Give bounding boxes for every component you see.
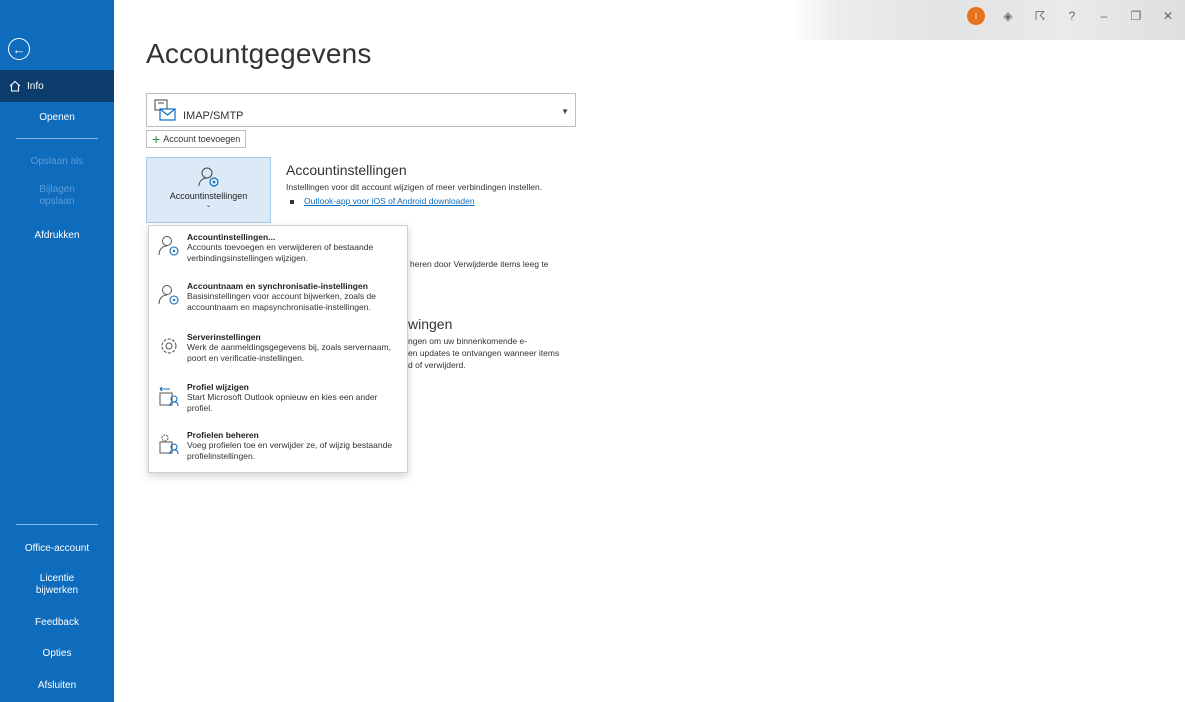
- menu-item-title: Accountnaam en synchronisatie-instelling…: [187, 281, 368, 291]
- sidebar-item-exit[interactable]: Afsluiten: [0, 680, 114, 691]
- change-profile-icon: [159, 386, 179, 407]
- sidebar-item-label: Bijlagen opslaan: [39, 184, 75, 207]
- sidebar-item-info[interactable]: Info: [0, 70, 114, 102]
- gear-icon: [161, 338, 177, 354]
- sidebar-item-feedback[interactable]: Feedback: [0, 617, 114, 628]
- menu-item-title: Profiel wijzigen: [187, 382, 249, 392]
- add-account-button[interactable]: + Account toevoegen: [146, 130, 247, 148]
- avatar-initial: I: [974, 11, 978, 21]
- sidebar-item-label: Office-account: [24, 543, 90, 554]
- sidebar-item-options[interactable]: Opties: [0, 648, 114, 659]
- account-settings-button-label: Accountinstellingen: [169, 191, 248, 201]
- sidebar-item-label: Afsluiten: [37, 680, 77, 691]
- sidebar-divider: [16, 524, 98, 525]
- close-icon[interactable]: ✕: [1159, 9, 1177, 23]
- backstage-sidebar: ← Info Openen Opslaan als Bijlagen opsla…: [0, 0, 114, 702]
- sidebar-item-label: Opties: [42, 648, 72, 659]
- mail-account-icon: [154, 99, 176, 121]
- account-sync-settings-icon: [158, 285, 179, 305]
- account-selector[interactable]: IMAP/SMTP ▼: [146, 93, 576, 127]
- menu-item-title: Serverinstellingen: [187, 332, 261, 342]
- home-icon: [9, 80, 21, 92]
- sidebar-divider: [16, 138, 98, 139]
- titlebar-controls: I ◈ ☈ ? – ❐ ✕: [967, 7, 1177, 25]
- help-icon[interactable]: ?: [1063, 9, 1081, 23]
- account-settings-icon: [158, 236, 179, 256]
- menu-item-title: Accountinstellingen...: [187, 232, 276, 242]
- menu-item-title: Profielen beheren: [187, 430, 259, 440]
- account-settings-icon: [198, 167, 219, 187]
- minimize-icon[interactable]: –: [1095, 9, 1113, 23]
- menu-item-server-settings[interactable]: Serverinstellingen Werk de aanmeldingsge…: [149, 326, 407, 374]
- sidebar-item-save-attachments: Bijlagen opslaan: [0, 184, 114, 208]
- rules-section-partial-desc-1: ngen om uw binnenkomende e-: [408, 336, 528, 346]
- page-title: Accountgegevens: [146, 38, 372, 69]
- add-account-label: Account toevoegen: [163, 134, 241, 144]
- menu-item-description: Basisinstellingen voor account bijwerken…: [187, 291, 376, 312]
- sidebar-item-office-account[interactable]: Office-account: [0, 543, 114, 554]
- account-settings-section-description: Instellingen voor dit account wijzigen o…: [286, 182, 543, 192]
- rules-section-partial-title: wingen: [408, 316, 453, 332]
- menu-item-description: Accounts toevoegen en verwijderen of bes…: [187, 242, 374, 263]
- sidebar-item-label: Opslaan als: [30, 156, 84, 167]
- rules-section-partial-desc-3: d of verwijderd.: [408, 360, 466, 370]
- sidebar-item-label: Afdrukken: [34, 230, 80, 241]
- sidebar-item-label: Info: [27, 80, 44, 92]
- sidebar-item-label: Openen: [39, 112, 75, 123]
- manage-profiles-icon: [159, 434, 179, 455]
- menu-item-account-name-sync[interactable]: Accountnaam en synchronisatie-instelling…: [149, 275, 407, 323]
- account-selector-value: IMAP/SMTP: [183, 110, 244, 122]
- chevron-down-icon: ▼: [561, 107, 569, 116]
- chevron-down-icon: ⌄: [205, 202, 212, 209]
- menu-item-change-profile[interactable]: Profiel wijzigen Start Microsoft Outlook…: [149, 376, 407, 424]
- sidebar-item-print[interactable]: Afdrukken: [0, 230, 114, 241]
- download-outlook-app-link[interactable]: Outlook-app voor iOS of Android download…: [304, 196, 475, 206]
- sidebar-item-save-as: Opslaan als: [0, 156, 114, 167]
- menu-item-manage-profiles[interactable]: Profielen beheren Voeg profielen toe en …: [149, 424, 407, 472]
- restore-icon[interactable]: ❐: [1127, 9, 1145, 23]
- diamond-icon[interactable]: ◈: [999, 9, 1017, 23]
- coauthor-icon[interactable]: ☈: [1031, 9, 1049, 23]
- rules-section-partial-desc-2: en updates te ontvangen wanneer items: [408, 348, 560, 358]
- sidebar-item-license[interactable]: Licentie bijwerken: [0, 573, 114, 597]
- user-avatar[interactable]: I: [967, 7, 985, 25]
- bullet: [290, 199, 294, 204]
- menu-item-description: Voeg profielen toe en verwijder ze, of w…: [187, 440, 393, 461]
- account-settings-dropdown: Accountinstellingen... Accounts toevoege…: [148, 225, 408, 473]
- plus-icon: +: [152, 131, 161, 147]
- account-settings-button[interactable]: Accountinstellingen ⌄: [146, 157, 271, 223]
- mailbox-settings-partial-text: heren door Verwijderde items leeg te: [410, 259, 549, 269]
- download-app-link-row: Outlook-app voor iOS of Android download…: [290, 196, 475, 206]
- sidebar-item-open[interactable]: Openen: [0, 112, 114, 123]
- back-arrow-icon[interactable]: ←: [8, 38, 30, 60]
- menu-item-account-settings[interactable]: Accountinstellingen... Accounts toevoege…: [149, 226, 407, 274]
- sidebar-item-label: Feedback: [35, 617, 79, 628]
- sidebar-item-label: Licentie bijwerken: [35, 573, 79, 596]
- account-settings-section-title: Accountinstellingen: [286, 162, 407, 178]
- menu-item-description: Start Microsoft Outlook opnieuw en kies …: [187, 392, 378, 413]
- menu-item-description: Werk de aanmeldingsgegevens bij, zoals s…: [187, 342, 391, 363]
